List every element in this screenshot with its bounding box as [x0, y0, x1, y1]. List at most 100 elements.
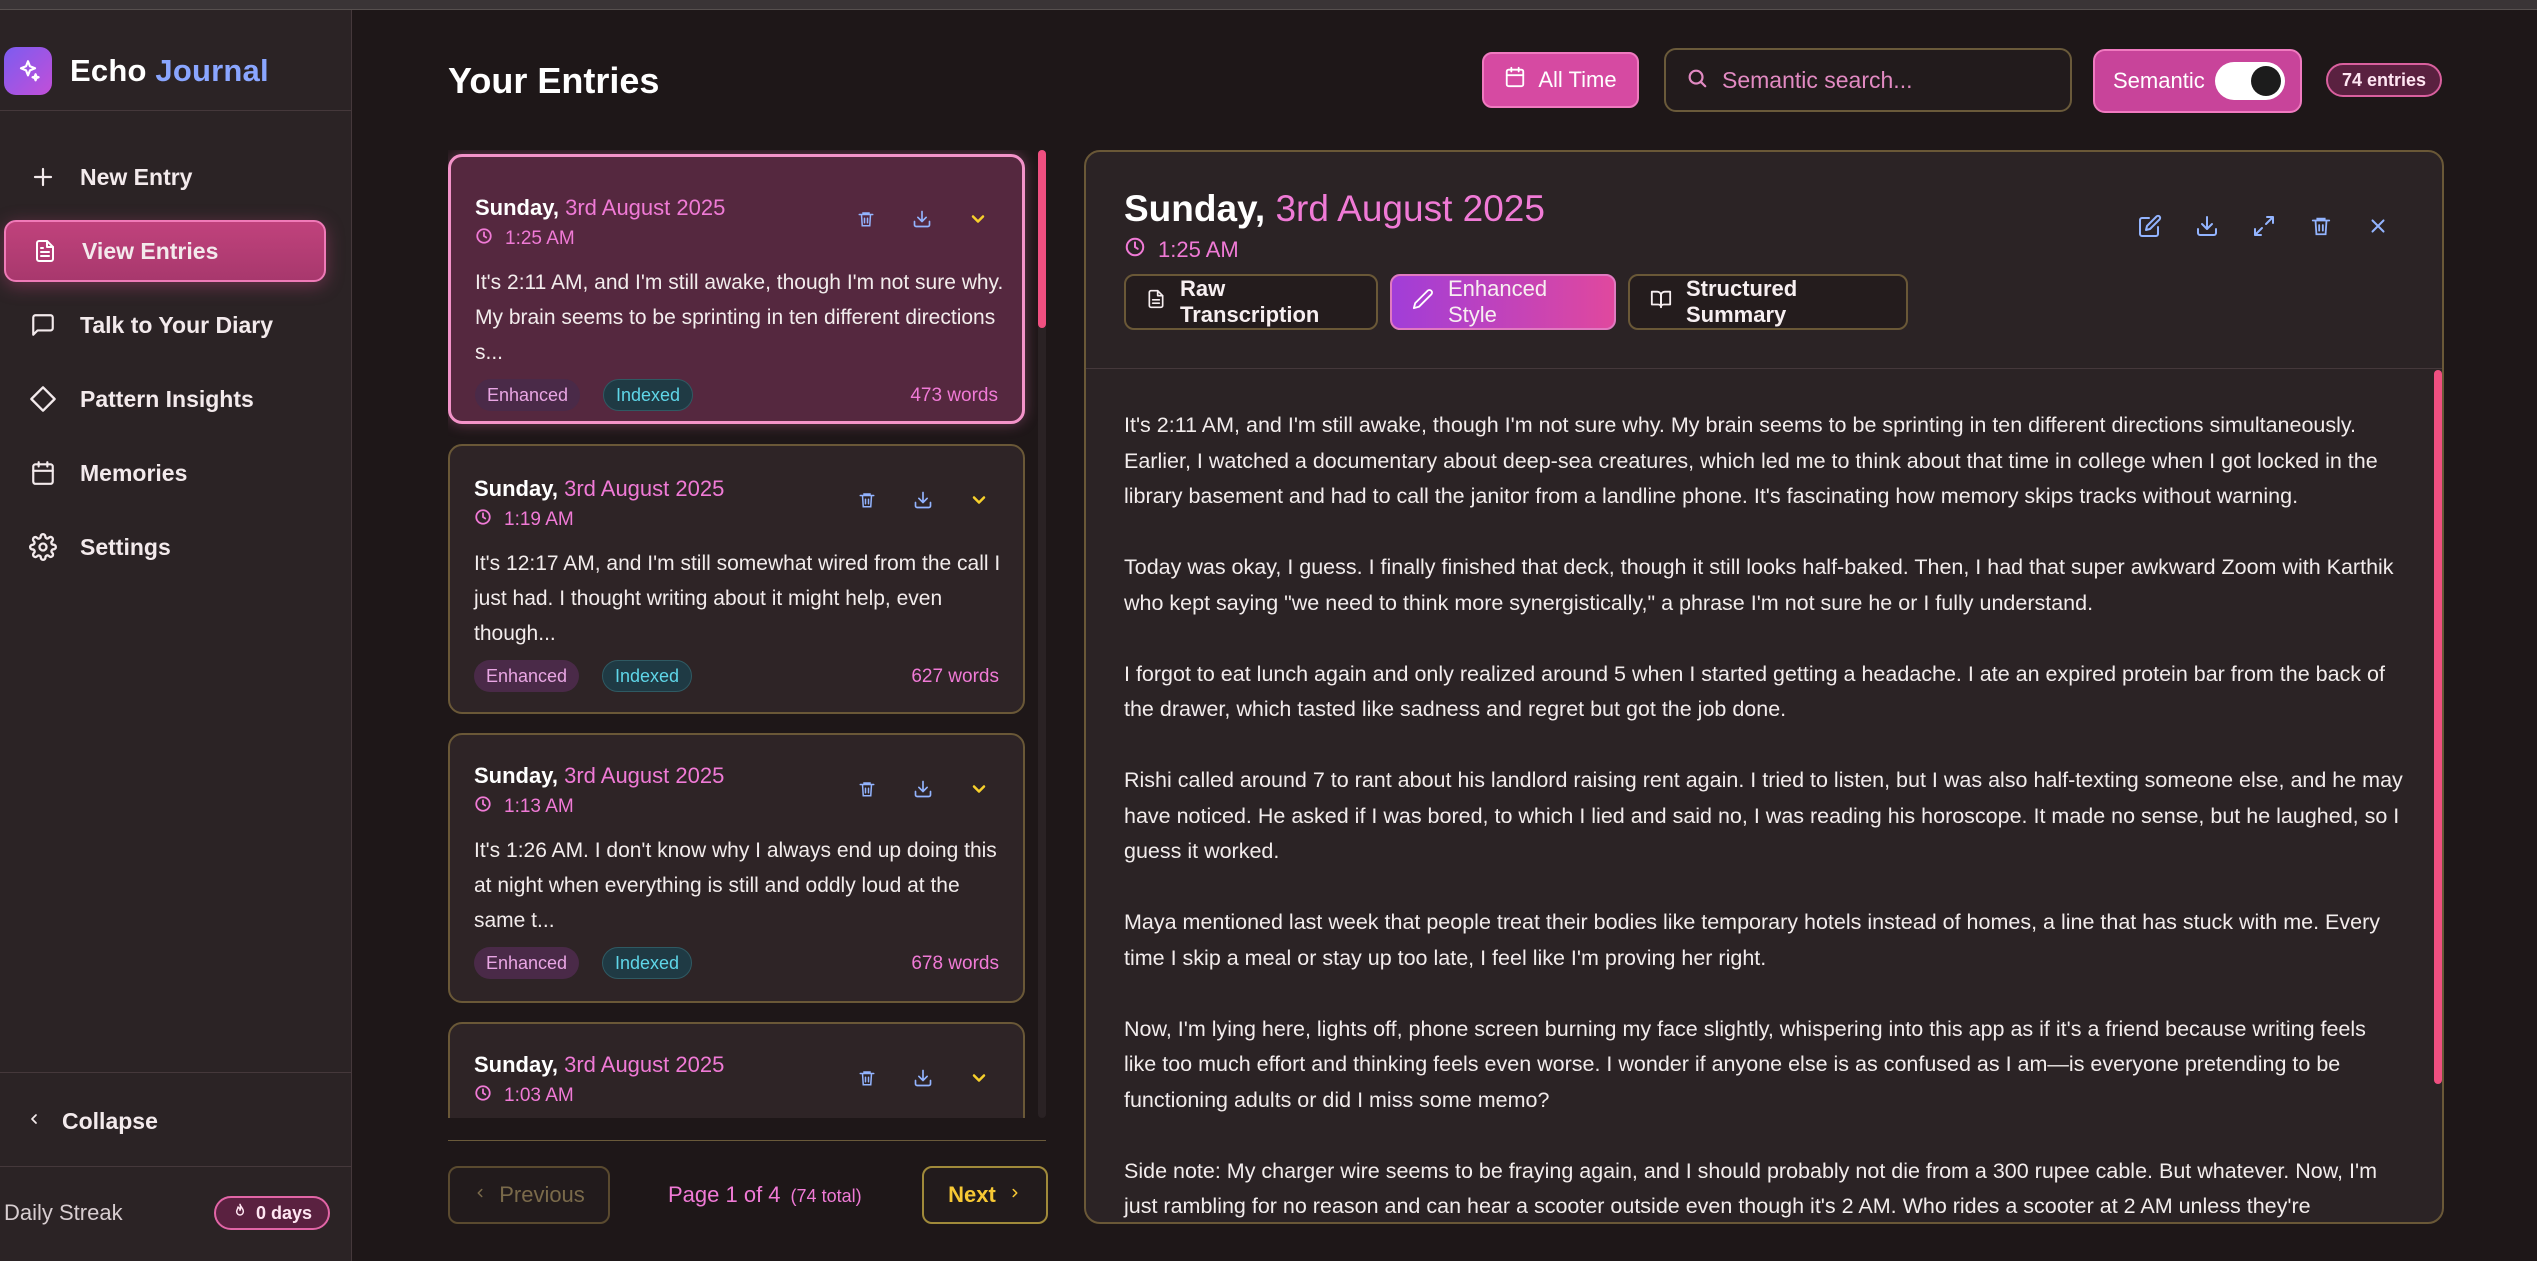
- sidebar-item-memories[interactable]: Memories: [4, 442, 326, 504]
- sparkles-icon: [4, 47, 52, 95]
- detail-actions: [2109, 210, 2394, 242]
- brand[interactable]: Echo Journal: [4, 36, 269, 106]
- book-open-icon: [1650, 288, 1672, 316]
- download-icon[interactable]: [908, 205, 936, 233]
- sidebar-item-label: Pattern Insights: [80, 385, 254, 412]
- time-filter-button[interactable]: All Time: [1482, 52, 1639, 108]
- entry-card[interactable]: Sunday, 3rd August 2025 1:19 AM It's 12:…: [448, 444, 1025, 714]
- tab-structured-summary[interactable]: Structured Summary: [1628, 274, 1908, 330]
- entry-preview: It's 12:17 AM, and I'm still somewhat wi…: [474, 552, 1001, 645]
- divider: [0, 1166, 352, 1167]
- entry-date: Sunday, 3rd August 2025: [474, 1052, 725, 1077]
- edit-icon[interactable]: [2134, 210, 2166, 242]
- sidebar-item-new-entry[interactable]: New Entry: [4, 146, 326, 208]
- page-indicator: Page 1 of 4 (74 total): [668, 1182, 862, 1207]
- entry-content: It's 2:11 AM, and I'm still awake, thoug…: [1124, 408, 2404, 1222]
- paragraph: Today was okay, I guess. I finally finis…: [1124, 555, 2394, 615]
- divider: [0, 1072, 352, 1073]
- next-page-button[interactable]: Next: [922, 1166, 1048, 1224]
- download-icon[interactable]: [909, 1064, 937, 1092]
- sidebar-item-talk-to-diary[interactable]: Talk to Your Diary: [4, 294, 326, 356]
- sidebar-item-label: Memories: [80, 459, 188, 486]
- clock-icon: [474, 795, 492, 819]
- chevron-down-icon[interactable]: [965, 1064, 993, 1092]
- chevron-down-icon[interactable]: [964, 205, 992, 233]
- semantic-toggle[interactable]: [2215, 62, 2285, 100]
- download-icon[interactable]: [2191, 210, 2223, 242]
- detail-time: 1:25 AM: [1124, 236, 1239, 264]
- divider: [1086, 368, 2442, 369]
- semantic-toggle-group[interactable]: Semantic: [2093, 49, 2302, 113]
- entry-card[interactable]: Sunday, 3rd August 2025 1:13 AM It's 1:2…: [448, 733, 1025, 1003]
- chevron-down-icon[interactable]: [965, 486, 993, 514]
- chevron-down-icon[interactable]: [965, 775, 993, 803]
- paragraph: I forgot to eat lunch again and only rea…: [1124, 661, 2385, 722]
- entry-time: 1:25 AM: [475, 227, 575, 251]
- calendar-icon: [28, 458, 58, 488]
- sidebar-item-settings[interactable]: Settings: [4, 516, 326, 578]
- indexed-badge: Indexed: [603, 379, 694, 411]
- gear-icon: [28, 532, 58, 562]
- entry-time: 1:03 AM: [474, 1084, 574, 1108]
- sidebar-item-view-entries[interactable]: View Entries: [4, 220, 326, 282]
- sidebar-item-label: Talk to Your Diary: [80, 311, 273, 338]
- pencil-icon: [1412, 288, 1434, 316]
- close-icon[interactable]: [2362, 210, 2394, 242]
- sidebar-item-label: View Entries: [82, 237, 219, 264]
- streak-value: 0 days: [256, 1202, 313, 1223]
- collapse-label: Collapse: [62, 1108, 158, 1134]
- entry-preview: It's 1:26 AM. I don't know why I always …: [474, 839, 997, 932]
- sidebar-item-label: New Entry: [80, 163, 193, 190]
- trash-icon[interactable]: [852, 205, 880, 233]
- previous-label: Previous: [499, 1182, 585, 1207]
- entry-actions: [825, 1064, 993, 1092]
- time-filter-label: All Time: [1538, 67, 1617, 92]
- semantic-label: Semantic: [2113, 68, 2205, 93]
- chevron-right-icon: [1008, 1182, 1022, 1208]
- entry-date: Sunday, 3rd August 2025: [474, 763, 725, 788]
- tab-enhanced-style[interactable]: Enhanced Style: [1390, 274, 1616, 330]
- clock-icon: [475, 227, 493, 251]
- tab-raw-transcription[interactable]: Raw Transcription: [1124, 274, 1378, 330]
- expand-icon[interactable]: [2248, 210, 2280, 242]
- sidebar-item-label: Settings: [80, 533, 171, 560]
- download-icon[interactable]: [909, 486, 937, 514]
- enhanced-badge: Enhanced: [474, 947, 580, 979]
- entry-card[interactable]: Sunday, 3rd August 2025 1:25 AM It's 2:1…: [448, 154, 1025, 424]
- trash-icon[interactable]: [853, 775, 881, 803]
- indexed-badge: Indexed: [602, 947, 693, 979]
- paragraph: Maya mentioned last week that people tre…: [1124, 910, 2381, 970]
- streak-badge: 0 days: [214, 1196, 331, 1230]
- window-top-bar: [0, 0, 2537, 10]
- sidebar-item-pattern-insights[interactable]: Pattern Insights: [4, 368, 326, 430]
- trash-icon[interactable]: [2305, 210, 2337, 242]
- chevron-left-icon: [473, 1182, 487, 1208]
- search-icon: [1686, 67, 1708, 94]
- divider: [448, 1140, 1046, 1141]
- entry-card[interactable]: Sunday, 3rd August 2025 1:03 AM: [448, 1022, 1025, 1118]
- download-icon[interactable]: [909, 775, 937, 803]
- page-title: Your Entries: [448, 60, 660, 101]
- divider: [0, 110, 352, 111]
- trash-icon[interactable]: [853, 1064, 881, 1092]
- paragraph: Now, I'm lying here, lights off, phone s…: [1124, 1016, 2366, 1112]
- trash-icon[interactable]: [853, 486, 881, 514]
- search-input[interactable]: [1722, 66, 2052, 94]
- entry-date: Sunday, 3rd August 2025: [475, 195, 726, 220]
- file-text-icon: [30, 236, 60, 266]
- collapse-button[interactable]: Collapse: [26, 1108, 158, 1135]
- entry-actions: [824, 205, 992, 233]
- clock-icon: [474, 1084, 492, 1108]
- calendar-icon: [1504, 66, 1526, 94]
- flame-icon: [232, 1202, 248, 1225]
- entry-list: Sunday, 3rd August 2025 1:25 AM It's 2:1…: [448, 150, 1048, 1118]
- entry-date: Sunday, 3rd August 2025: [474, 476, 725, 501]
- entry-actions: [825, 486, 993, 514]
- entry-list-scroll-thumb[interactable]: [1038, 150, 1046, 328]
- clock-icon: [474, 508, 492, 532]
- entry-detail-panel: Sunday, 3rd August 2025 1:25 AM Raw Tran…: [1084, 150, 2444, 1224]
- file-text-icon: [1146, 288, 1166, 316]
- semantic-search: [1664, 48, 2072, 112]
- previous-page-button[interactable]: Previous: [448, 1166, 610, 1224]
- detail-scroll-thumb[interactable]: [2434, 370, 2442, 1084]
